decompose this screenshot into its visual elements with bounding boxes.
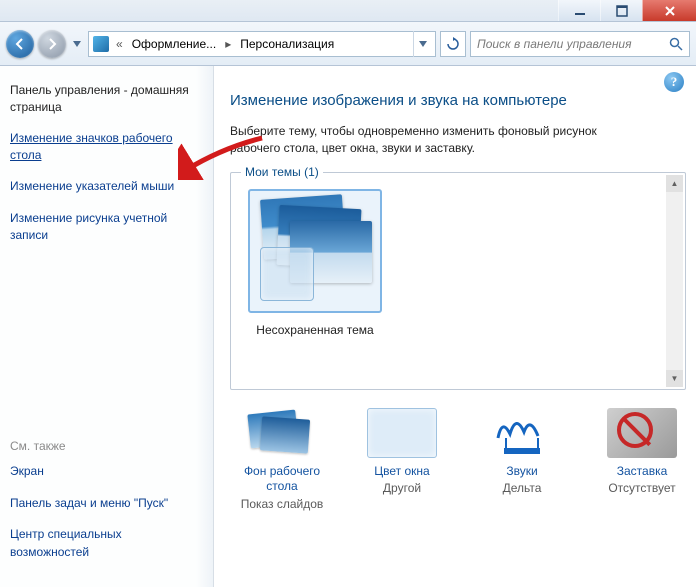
color-label: Цвет окна [358, 464, 446, 480]
window-titlebar [0, 0, 696, 22]
sounds-value: Дельта [478, 481, 566, 495]
sidebar-link-account-picture[interactable]: Изменение рисунка учетной записи [10, 210, 201, 245]
sidebar-link-desktop-icons[interactable]: Изменение значков рабочего стола [10, 130, 201, 165]
sounds-icon [487, 408, 557, 458]
sidebar-link-accessibility[interactable]: Центр специальных возможностей [10, 526, 201, 561]
scroll-down-icon[interactable]: ▼ [666, 370, 683, 387]
breadcrumb-prefix: « [113, 37, 126, 51]
window-color-icon [367, 408, 437, 458]
screensaver-label: Заставка [598, 464, 686, 480]
sounds-button[interactable]: Звуки Дельта [478, 408, 566, 511]
see-also-label: См. также [10, 439, 201, 453]
breadcrumb-segment[interactable]: Персонализация [238, 37, 336, 51]
search-box[interactable]: Поиск в панели управления [470, 31, 690, 57]
chevron-right-icon: ▸ [222, 37, 234, 51]
sidebar-link-taskbar[interactable]: Панель задач и меню "Пуск" [10, 495, 201, 512]
wallpaper-value: Показ слайдов [238, 497, 326, 511]
screensaver-button[interactable]: Заставка Отсутствует [598, 408, 686, 511]
search-icon [669, 37, 683, 51]
theme-name: Несохраненная тема [239, 323, 391, 337]
sounds-label: Звуки [478, 464, 566, 480]
sidebar-home-link[interactable]: Панель управления - домашняя страница [10, 82, 201, 116]
sidebar-link-display[interactable]: Экран [10, 463, 201, 480]
maximize-button[interactable] [600, 0, 642, 21]
control-panel-icon [93, 36, 109, 52]
navigation-bar: « Оформление... ▸ Персонализация Поиск в… [0, 22, 696, 66]
sidebar-link-mouse-pointers[interactable]: Изменение указателей мыши [10, 178, 201, 195]
refresh-button[interactable] [440, 31, 466, 57]
sidebar: Панель управления - домашняя страница Из… [0, 66, 214, 587]
address-dropdown-icon[interactable] [413, 31, 431, 57]
theme-item[interactable]: Несохраненная тема [239, 189, 391, 337]
themes-group: Мои темы (1) ▲ ▼ Несохраненная тема [230, 172, 686, 390]
wallpaper-icon [247, 408, 317, 458]
screensaver-icon [607, 408, 677, 458]
scrollbar[interactable]: ▲ ▼ [666, 175, 683, 387]
close-button[interactable] [642, 0, 696, 21]
wallpaper-label: Фон рабочего стола [238, 464, 326, 495]
address-bar[interactable]: « Оформление... ▸ Персонализация [88, 31, 436, 57]
page-description: Выберите тему, чтобы одновременно измени… [230, 123, 630, 158]
scroll-up-icon[interactable]: ▲ [666, 175, 683, 192]
window-color-button[interactable]: Цвет окна Другой [358, 408, 446, 511]
content-area: ? Изменение изображения и звука на компь… [214, 66, 696, 587]
theme-thumbnail [248, 189, 382, 313]
search-placeholder: Поиск в панели управления [477, 37, 632, 51]
forward-button[interactable] [38, 30, 66, 58]
back-button[interactable] [6, 30, 34, 58]
desktop-background-button[interactable]: Фон рабочего стола Показ слайдов [238, 408, 326, 511]
color-value: Другой [358, 481, 446, 495]
customization-row: Фон рабочего стола Показ слайдов Цвет ок… [230, 408, 686, 511]
minimize-button[interactable] [558, 0, 600, 21]
breadcrumb-segment[interactable]: Оформление... [130, 37, 219, 51]
history-dropdown-icon[interactable] [70, 34, 84, 54]
help-icon[interactable]: ? [664, 72, 684, 92]
themes-group-label: Мои темы (1) [241, 165, 323, 179]
screensaver-value: Отсутствует [598, 481, 686, 495]
page-heading: Изменение изображения и звука на компьют… [230, 90, 610, 111]
